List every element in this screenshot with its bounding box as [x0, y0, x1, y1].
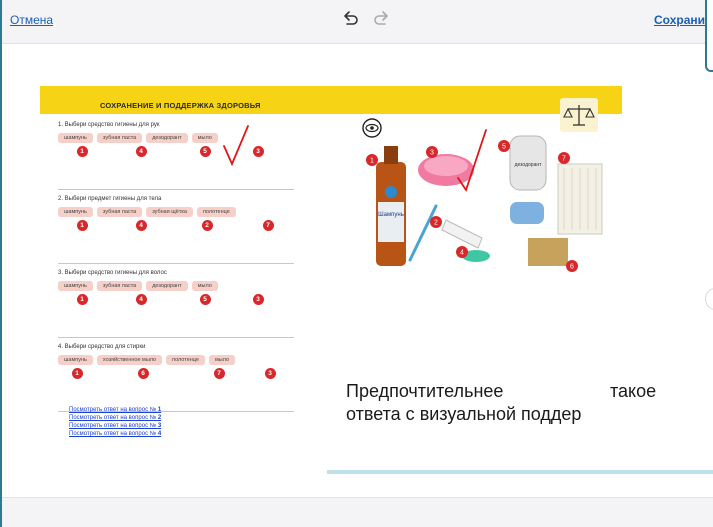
svg-text:5: 5: [502, 144, 506, 151]
answer-link-3[interactable]: Посмотреть ответ на вопрос № 3: [69, 422, 161, 430]
answer-link-1[interactable]: Посмотреть ответ на вопрос № 1: [69, 406, 161, 414]
number-badge: 5: [199, 146, 211, 157]
deodorant-label: дезодорант: [515, 162, 543, 168]
question-text: 2. Выбери предмет гигиены для тела: [58, 196, 162, 202]
option-chip[interactable]: полотенце: [196, 207, 236, 217]
number-badge: 1: [71, 368, 83, 379]
bottom-bar: [2, 497, 713, 527]
number-badge: 4: [135, 294, 147, 305]
slide-title: СОХРАНЕНИЕ И ПОДДЕРЖКА ЗДОРОВЬЯ: [100, 101, 261, 110]
number-badge: 1: [76, 146, 88, 157]
answer-links: Посмотреть ответ на вопрос № 1 Посмотрет…: [69, 406, 161, 438]
option-chip[interactable]: мыло: [191, 281, 218, 291]
number-badge: 4: [135, 220, 147, 231]
option-chip[interactable]: полотенце: [166, 355, 205, 365]
option-chip[interactable]: шампунь: [58, 207, 93, 217]
question-1: 1. Выбери средство гигиены для рук шампу…: [58, 122, 294, 196]
option-chip[interactable]: дезодорант: [146, 281, 188, 291]
option-chip[interactable]: зубная паста: [96, 133, 143, 143]
caption-line-1-word-2: такое: [610, 381, 657, 401]
caption-line-1-word-1: Предпочтительнее: [346, 381, 504, 401]
panel-edge: [705, 0, 713, 72]
towel-icon: [557, 163, 603, 235]
svg-text:7: 7: [562, 156, 566, 163]
question-text: 4. Выбери средство для стирки: [58, 344, 146, 350]
option-chip[interactable]: шампунь: [58, 133, 93, 143]
option-chip[interactable]: дезодорант: [146, 133, 188, 143]
checkmark-annotation: [223, 125, 249, 167]
number-badge: 1: [76, 220, 88, 231]
number-badge: 6: [137, 368, 149, 379]
option-chip[interactable]: зубная щётка: [146, 207, 193, 217]
soap-dish-icon: [510, 202, 544, 224]
divider: [58, 263, 294, 264]
undo-icon[interactable]: [342, 10, 360, 28]
option-chip[interactable]: шампунь: [58, 355, 93, 365]
number-badge: 2: [201, 220, 213, 231]
number-badge: 5: [199, 294, 211, 305]
number-badge: 7: [213, 368, 225, 379]
number-badge: 1: [76, 294, 88, 305]
svg-text:6: 6: [570, 264, 574, 271]
question-3: 3. Выбери средство гигиены для волос шам…: [58, 270, 294, 344]
toothbrush-icon: [408, 204, 438, 262]
caption-line-2: ответа с визуальной поддер: [346, 404, 582, 424]
divider: [58, 337, 294, 338]
svg-text:2: 2: [434, 220, 438, 227]
number-badge: 3: [252, 146, 264, 157]
svg-text:1: 1: [370, 158, 374, 165]
cancel-button[interactable]: Отмена: [10, 13, 53, 27]
option-chip[interactable]: хозяйственное мыло: [96, 355, 163, 365]
pink-soap-icon: [418, 129, 487, 193]
answer-link-4[interactable]: Посмотреть ответ на вопрос № 4: [69, 430, 161, 438]
laundry-soap-icon: [528, 238, 568, 266]
shampoo-bottle-icon: Шампунь: [376, 146, 406, 266]
hygiene-items-picture: Шампунь дезодорант 1 2 3 4 5 6 7: [362, 118, 603, 272]
caption-underline: [327, 470, 713, 474]
question-text: 3. Выбери средство гигиены для волос: [58, 270, 167, 276]
divider: [58, 189, 294, 190]
question-text: 1. Выбери средство гигиены для рук: [58, 122, 160, 128]
option-chip[interactable]: зубная паста: [96, 281, 143, 291]
question-2: 2. Выбери предмет гигиены для тела шампу…: [58, 196, 294, 270]
option-chip[interactable]: шампунь: [58, 281, 93, 291]
shampoo-label: Шампунь: [378, 212, 404, 218]
deodorant-icon: дезодорант: [509, 135, 547, 191]
side-handle[interactable]: [705, 288, 713, 310]
svg-text:4: 4: [460, 250, 464, 257]
number-badge: 3: [264, 368, 276, 379]
editor-toolbar: Отмена Сохранить: [2, 0, 713, 44]
redo-icon[interactable]: [372, 10, 390, 28]
option-chip[interactable]: мыло: [208, 355, 236, 365]
option-chip[interactable]: мыло: [191, 133, 218, 143]
eye-icon: [362, 118, 382, 138]
number-badge: 7: [262, 220, 274, 231]
option-chip[interactable]: зубная паста: [96, 207, 143, 217]
svg-text:3: 3: [430, 150, 434, 157]
number-badge: 4: [135, 146, 147, 157]
questions-column: 1. Выбери средство гигиены для рук шампу…: [58, 122, 294, 418]
number-badge: 3: [252, 294, 264, 305]
answer-link-2[interactable]: Посмотреть ответ на вопрос № 2: [69, 414, 161, 422]
editor-frame: Отмена Сохранить СОХРАНЕНИЕ И ПОДДЕРЖКА …: [0, 0, 713, 527]
